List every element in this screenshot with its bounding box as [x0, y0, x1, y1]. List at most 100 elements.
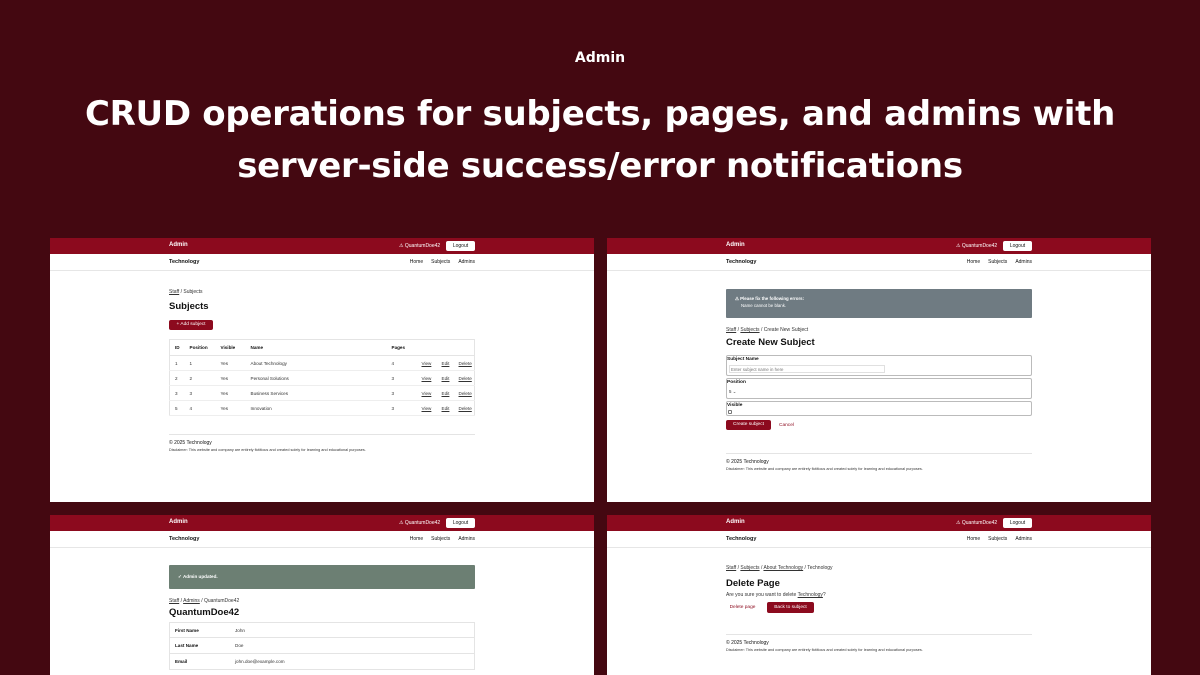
form-actions: Create subject Cancel	[726, 420, 1032, 430]
table-row: 3 3 Yes Business Services 3 View Edit De…	[169, 385, 475, 401]
col-position: Position	[184, 339, 216, 356]
site-logo[interactable]: Technology	[169, 259, 199, 265]
nav-links: Home Subjects Admins	[967, 259, 1032, 265]
subject-name-group: Subject Name	[726, 355, 1032, 376]
logout-button[interactable]: Logout	[446, 241, 475, 251]
nav-home[interactable]: Home	[967, 259, 980, 265]
detail-label: Last Name	[175, 643, 199, 648]
nav-admins[interactable]: Admins	[1015, 536, 1032, 542]
back-to-subject-button[interactable]: Back to subject	[767, 602, 814, 613]
col-visible: Visible	[215, 339, 246, 356]
success-alert: ✓ Admin updated.	[169, 565, 475, 589]
hero-title-line-2: server-side success/error notifications	[237, 146, 963, 186]
view-link[interactable]: View	[416, 385, 437, 401]
confirm-target-link[interactable]: Technology	[798, 592, 823, 598]
hero-title-line-1: CRUD operations for subjects, pages, and…	[84, 94, 1116, 134]
view-link[interactable]: View	[416, 370, 437, 386]
edit-link[interactable]: Edit	[436, 385, 454, 401]
site-logo[interactable]: Technology	[169, 536, 199, 542]
create-subject-screenshot: Admin ⚠ QuantumDoe42 Logout Technology H…	[607, 238, 1151, 502]
site-logo[interactable]: Technology	[726, 536, 756, 542]
site-logo[interactable]: Technology	[726, 259, 756, 265]
site-navbar: Technology Home Subjects Admins	[50, 254, 594, 271]
nav-subjects[interactable]: Subjects	[431, 259, 450, 265]
detail-value: john.doe@example.com	[235, 659, 285, 664]
nav-home[interactable]: Home	[410, 259, 423, 265]
logout-button[interactable]: Logout	[1003, 518, 1032, 528]
visible-label: Visible	[727, 403, 743, 408]
crumb-subject[interactable]: About Technology	[763, 565, 803, 571]
admin-brand[interactable]: Admin	[169, 519, 188, 525]
crumb-subjects[interactable]: Subjects	[740, 327, 759, 333]
position-select[interactable]: 5 ⌄	[728, 388, 743, 396]
nav-home[interactable]: Home	[410, 536, 423, 542]
nav-subjects[interactable]: Subjects	[431, 536, 450, 542]
logout-button[interactable]: Logout	[1003, 241, 1032, 251]
crumb-staff[interactable]: Staff	[169, 598, 179, 604]
cell-name: Innovation	[245, 400, 387, 416]
nav-admins[interactable]: Admins	[1015, 259, 1032, 265]
add-subject-button[interactable]: + Add subject	[169, 320, 213, 330]
admin-brand[interactable]: Admin	[726, 242, 745, 248]
edit-link[interactable]: Edit	[436, 400, 454, 416]
cell-id: 5	[169, 400, 185, 416]
footer-disclaimer: Disclaimer: This website and company are…	[726, 467, 923, 471]
nav-links: Home Subjects Admins	[410, 259, 475, 265]
crumb-staff[interactable]: Staff	[169, 289, 179, 295]
view-link[interactable]: View	[416, 355, 437, 371]
crumb-subjects[interactable]: Subjects	[740, 565, 759, 571]
page-title: QuantumDoe42	[169, 607, 240, 618]
crumb-staff[interactable]: Staff	[726, 327, 736, 333]
nav-admins[interactable]: Admins	[458, 536, 475, 542]
crumb-current: Technology	[807, 565, 833, 571]
site-footer: © 2025 Technology Disclaimer: This websi…	[726, 453, 1032, 471]
nav-links: Home Subjects Admins	[967, 536, 1032, 542]
delete-page-button[interactable]: Delete page	[726, 602, 759, 613]
edit-link[interactable]: Edit	[436, 355, 454, 371]
nav-subjects[interactable]: Subjects	[988, 536, 1007, 542]
confirm-prefix: Are you sure you want to delete	[726, 592, 798, 598]
table-header-row: ID Position Visible Name Pages	[169, 339, 475, 356]
visible-checkbox[interactable]	[728, 410, 732, 414]
create-subject-content: Staff / Subjects / Create New Subject Cr…	[726, 327, 1032, 430]
footer-copyright: © 2025 Technology	[726, 459, 769, 465]
delete-link[interactable]: Delete	[453, 370, 475, 386]
edit-link[interactable]: Edit	[436, 370, 454, 386]
detail-label: Email	[175, 659, 188, 664]
admin-details: First Name John Last Name Doe Email john…	[169, 622, 475, 670]
admin-brand[interactable]: Admin	[169, 242, 188, 248]
cell-name: Business Services	[245, 385, 387, 401]
delete-confirmation: Are you sure you want to delete Technolo…	[726, 592, 1032, 598]
confirm-suffix: ?	[822, 592, 826, 598]
admin-brand[interactable]: Admin	[726, 519, 745, 525]
delete-link[interactable]: Delete	[453, 355, 475, 371]
crumb-separator: /	[737, 565, 739, 571]
current-user: ⚠ QuantumDoe42	[399, 520, 441, 526]
nav-admins[interactable]: Admins	[458, 259, 475, 265]
logout-button[interactable]: Logout	[446, 518, 475, 528]
create-subject-button[interactable]: Create subject	[726, 420, 771, 430]
delete-link[interactable]: Delete	[453, 400, 475, 416]
crumb-staff[interactable]: Staff	[726, 565, 736, 571]
cell-position: 4	[184, 400, 216, 416]
crumb-current: Subjects	[183, 289, 203, 295]
site-footer: © 2025 Technology Disclaimer: This websi…	[726, 634, 1032, 652]
cell-id: 2	[169, 370, 185, 386]
breadcrumb: Staff / Subjects / About Technology / Te…	[726, 565, 1032, 571]
view-link[interactable]: View	[416, 400, 437, 416]
cancel-link[interactable]: Cancel	[779, 423, 794, 428]
cell-visible: Yes	[215, 370, 246, 386]
table-row: 5 4 Yes Innovation 3 View Edit Delete	[169, 400, 475, 416]
nav-home[interactable]: Home	[967, 536, 980, 542]
current-user: ⚠ QuantumDoe42	[399, 243, 441, 249]
footer-copyright: © 2025 Technology	[726, 640, 769, 646]
detail-row: Email john.doe@example.com	[169, 654, 475, 670]
col-id: ID	[169, 339, 185, 356]
subjects-list-screenshot: Admin ⚠ QuantumDoe42 Logout Technology H…	[50, 238, 594, 502]
subject-name-input[interactable]	[729, 365, 885, 373]
crumb-admins[interactable]: Admins	[183, 598, 200, 604]
cell-visible: Yes	[215, 385, 246, 401]
delete-link[interactable]: Delete	[453, 385, 475, 401]
nav-subjects[interactable]: Subjects	[988, 259, 1007, 265]
current-user: ⚠ QuantumDoe42	[956, 243, 998, 249]
